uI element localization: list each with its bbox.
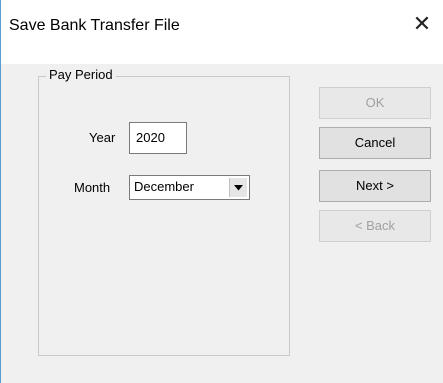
month-select-value: December bbox=[134, 179, 194, 194]
pay-period-groupbox bbox=[38, 76, 290, 356]
month-label: Month bbox=[74, 180, 111, 195]
year-label: Year bbox=[89, 130, 116, 145]
close-icon: ✕ bbox=[412, 11, 432, 36]
next-button[interactable]: Next > bbox=[319, 170, 431, 202]
year-input[interactable]: 2020 bbox=[129, 122, 187, 154]
month-select[interactable]: December bbox=[129, 175, 250, 200]
back-button[interactable]: < Back bbox=[319, 210, 431, 242]
save-bank-transfer-dialog: Save Bank Transfer File ✕ Pay Period Yea… bbox=[0, 0, 443, 383]
dropdown-button[interactable] bbox=[229, 178, 247, 197]
ok-button[interactable]: OK bbox=[319, 87, 431, 119]
title-bar: Save Bank Transfer File ✕ bbox=[1, 0, 443, 64]
pay-period-legend: Pay Period bbox=[46, 67, 116, 82]
chevron-down-icon bbox=[234, 184, 243, 190]
cancel-button[interactable]: Cancel bbox=[319, 127, 431, 159]
window-title: Save Bank Transfer File bbox=[9, 17, 180, 34]
close-button[interactable]: ✕ bbox=[410, 12, 434, 36]
